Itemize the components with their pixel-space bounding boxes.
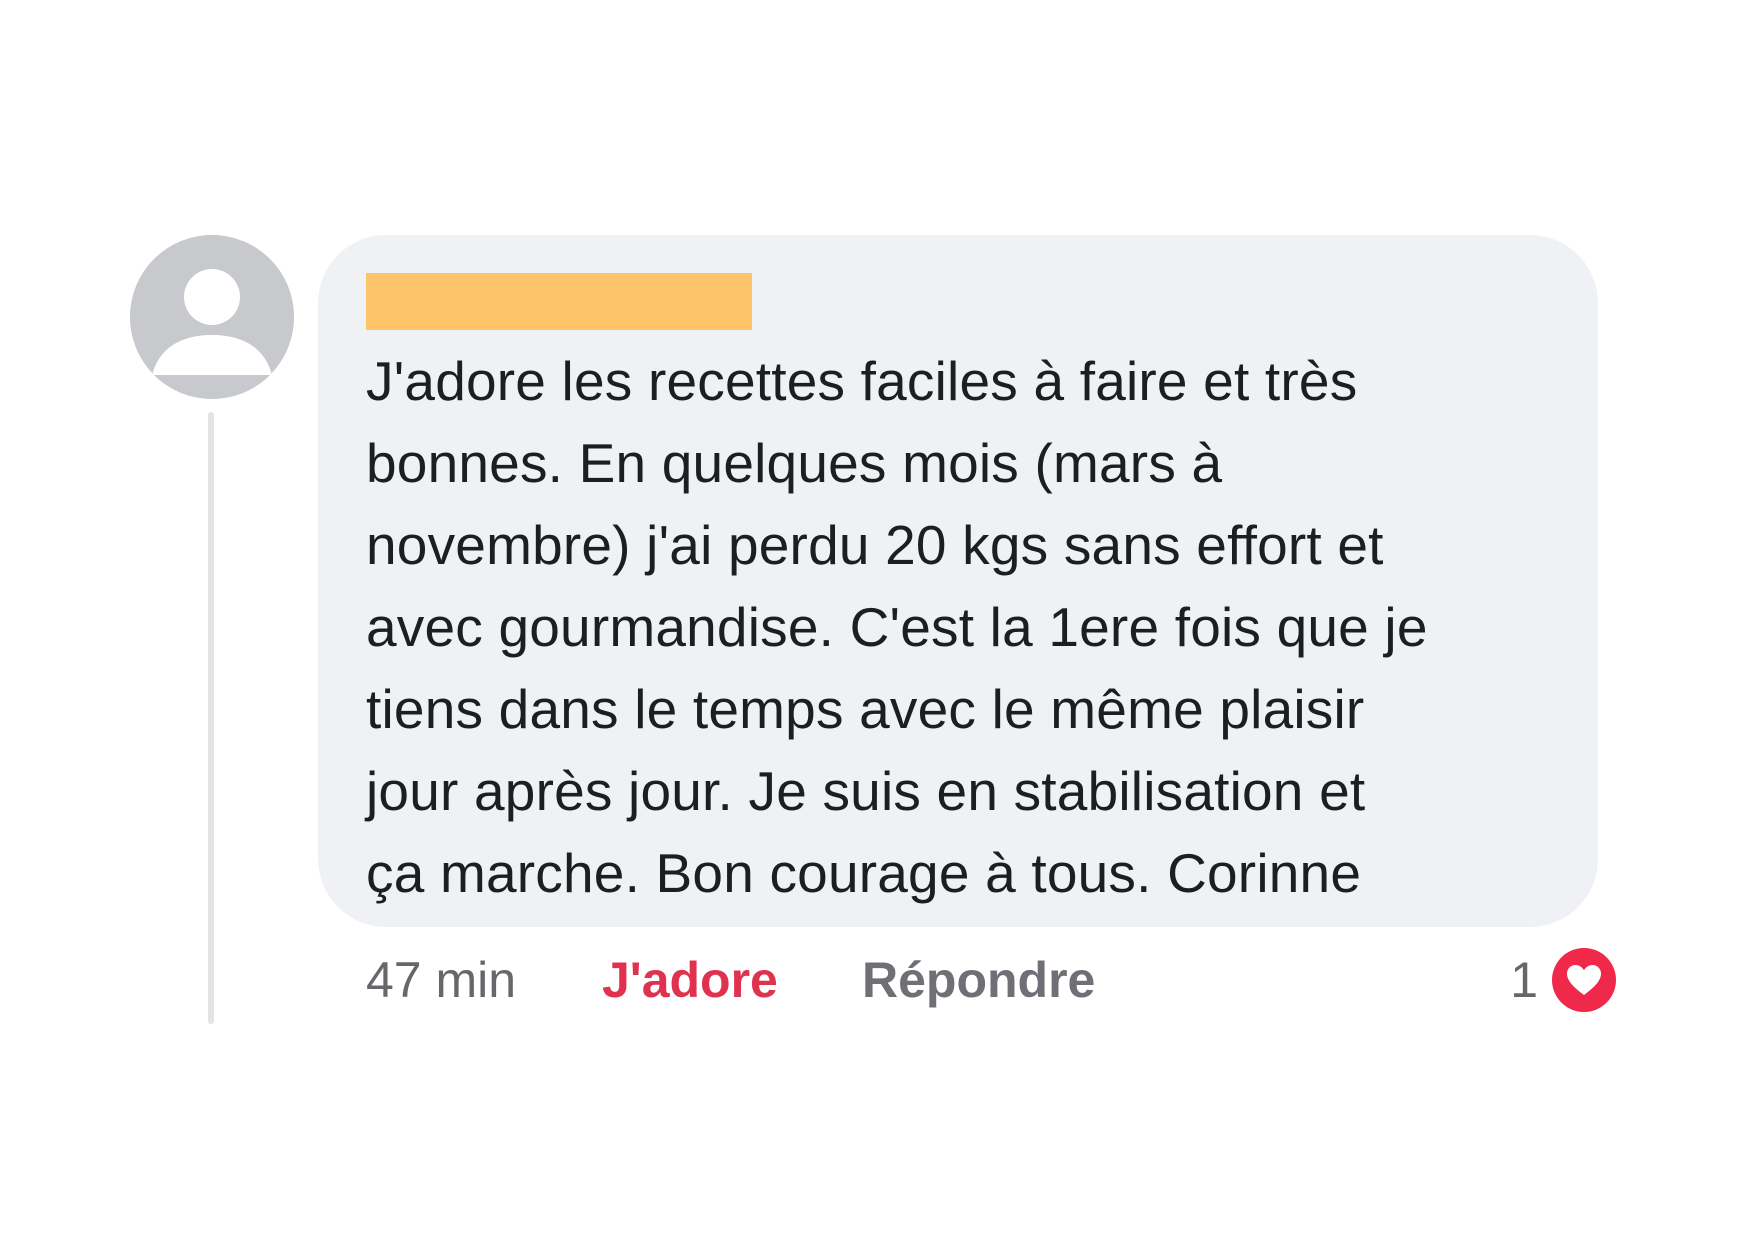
comment-text-line: tiens dans le temps avec le même plaisir [366,678,1365,740]
timestamp[interactable]: 47 min [366,947,516,1013]
comment-text: J'adore les recettes faciles à faire et … [366,340,1558,914]
comment-text-line: avec gourmandise. C'est la 1ere fois que… [366,596,1428,658]
comment-bubble: J'adore les recettes faciles à faire et … [318,235,1598,927]
comment-text-line: J'adore les recettes faciles à faire et … [366,350,1358,412]
avatar[interactable] [130,235,294,399]
comment-actions: 47 min J'adore Répondre 1 [366,947,1616,1013]
reaction-summary[interactable]: 1 [1510,947,1616,1013]
comment-text-line: bonnes. En quelques mois (mars à [366,432,1223,494]
heart-icon [1552,948,1616,1012]
reaction-count: 1 [1510,952,1538,1008]
comment-text-line: novembre) j'ai perdu 20 kgs sans effort … [366,514,1384,576]
thread-line [208,412,214,1024]
comment-text-line: jour après jour. Je suis en stabilisatio… [366,760,1366,822]
comment-text-line: ça marche. Bon courage à tous. Corinne [366,842,1362,904]
reply-button[interactable]: Répondre [862,947,1095,1013]
like-button[interactable]: J'adore [602,947,778,1013]
comment: J'adore les recettes faciles à faire et … [0,0,1748,1240]
default-user-avatar-icon [130,235,294,399]
author-name-redacted[interactable] [366,273,752,330]
